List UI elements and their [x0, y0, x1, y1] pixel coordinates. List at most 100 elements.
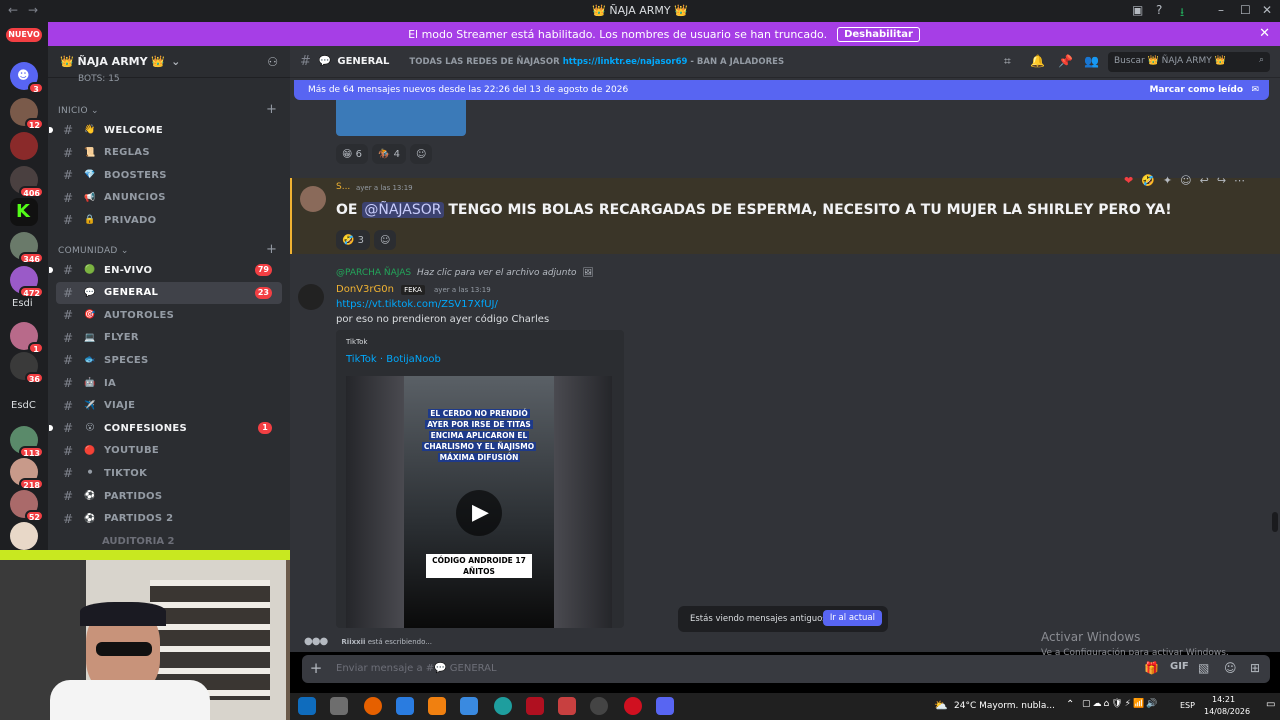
channel-item[interactable]: # 🎯 AUTOROLES: [56, 304, 282, 326]
emoji-icon[interactable]: ☺: [1224, 661, 1237, 675]
server-icon[interactable]: [10, 132, 38, 160]
server-icon[interactable]: 36: [10, 352, 44, 384]
custom-reaction-icon[interactable]: ✦: [1163, 174, 1172, 187]
language-indicator[interactable]: ESP: [1180, 701, 1195, 710]
reply-reference[interactable]: @PARCHA ÑAJAS Haz clic para ver el archi…: [336, 268, 594, 278]
tray-chevron-icon[interactable]: ⌃: [1066, 699, 1074, 710]
server-icon[interactable]: 346: [10, 232, 44, 264]
add-channel-icon[interactable]: +: [266, 242, 277, 257]
channel-item[interactable]: # 🔴 YOUTUBE: [56, 440, 282, 462]
gif-icon[interactable]: GIF: [1170, 661, 1189, 672]
file-explorer-icon[interactable]: [330, 697, 348, 715]
sticker-icon[interactable]: ▧: [1198, 661, 1209, 675]
server-icon[interactable]: 12: [10, 98, 44, 130]
server-icon[interactable]: 113: [10, 426, 44, 458]
server-icon[interactable]: [10, 522, 38, 550]
mark-read-button[interactable]: Marcar como leído: [1149, 85, 1243, 95]
server-icon[interactable]: 218: [10, 458, 44, 490]
discord-taskbar-icon[interactable]: [656, 697, 674, 715]
obs-icon[interactable]: [590, 697, 608, 715]
vlc-icon[interactable]: [428, 697, 446, 715]
new-badge[interactable]: NUEVO: [6, 28, 42, 42]
user-mention[interactable]: @ÑAJASOR: [362, 202, 444, 218]
category-comunidad[interactable]: COMUNIDAD ⌄: [58, 246, 129, 256]
more-icon[interactable]: ⋯: [1234, 174, 1245, 187]
avatar[interactable]: [300, 186, 326, 212]
tray-icons[interactable]: ▢☁⌂🛡⚡📶🔊: [1082, 699, 1159, 709]
channel-item[interactable]: # 📜 REGLAS: [56, 142, 282, 164]
channel-item[interactable]: # 🐟 SPECES: [56, 349, 282, 371]
add-channel-icon[interactable]: +: [266, 102, 277, 117]
add-reaction-icon[interactable]: ☺: [374, 230, 397, 250]
direct-messages-icon[interactable]: ☻ 3: [10, 62, 44, 94]
server-icon[interactable]: 52: [10, 490, 44, 522]
channel-item[interactable]: # 🤖 IA: [56, 372, 282, 394]
add-reaction-icon[interactable]: ☺: [1180, 174, 1191, 187]
add-reaction-icon[interactable]: ☺: [410, 144, 433, 164]
channel-item[interactable]: # 🔒 PRIVADO: [56, 209, 282, 231]
channel-item[interactable]: # 😮 CONFESIONES 1: [49, 417, 282, 439]
channel-partial-label[interactable]: AUDITORIA 2: [102, 536, 175, 547]
forward-icon[interactable]: ↪: [1217, 174, 1226, 187]
channel-item[interactable]: # 📢 ANUNCIOS: [56, 187, 282, 209]
outlook-icon[interactable]: [298, 697, 316, 715]
gift-icon[interactable]: 🎁: [1144, 661, 1159, 675]
clock-date[interactable]: 14/08/2026: [1204, 707, 1250, 716]
members-icon[interactable]: 👥: [1084, 54, 1099, 68]
edge-icon[interactable]: [494, 697, 512, 715]
new-messages-bar[interactable]: Más de 64 mensajes nuevos desde las 22:2…: [294, 80, 1269, 100]
clock-time[interactable]: 14:21: [1212, 695, 1235, 704]
reply-icon[interactable]: ↩: [1200, 174, 1209, 187]
app-icon[interactable]: [558, 697, 576, 715]
inbox-icon[interactable]: ▣: [1132, 3, 1143, 17]
server-text-icon[interactable]: EsdC: [11, 400, 36, 411]
pin-icon[interactable]: 📌: [1058, 54, 1073, 68]
download-icon[interactable]: ⭳: [1180, 3, 1184, 24]
embed-video[interactable]: EL CERDO NO PRENDIÓ AYER POR IRSE DE TIT…: [346, 376, 612, 628]
attachment-image[interactable]: [336, 96, 466, 136]
server-text-icon[interactable]: Esdi: [12, 298, 33, 309]
channel-item[interactable]: # ⚫ TIKTOK: [56, 462, 282, 484]
channel-item[interactable]: # 👋 WELCOME: [49, 119, 282, 141]
heart-reaction-icon[interactable]: ❤: [1124, 174, 1133, 187]
reaction-laugh[interactable]: 🤣 3: [336, 230, 371, 250]
store-icon[interactable]: [460, 697, 478, 715]
disable-streamer-button[interactable]: Deshabilitar: [837, 26, 920, 42]
play-icon[interactable]: ▶: [456, 490, 502, 536]
message-author[interactable]: S...: [336, 182, 350, 192]
laugh-reaction-icon[interactable]: 🤣: [1141, 174, 1155, 187]
message-input[interactable]: Enviar mensaje a #💬 GENERAL: [336, 663, 497, 674]
minimize-icon[interactable]: –: [1218, 3, 1224, 17]
opera-icon[interactable]: [624, 697, 642, 715]
jump-to-present-button[interactable]: Ir al actual: [822, 610, 882, 626]
topic-link[interactable]: https://linktr.ee/najasor69: [563, 57, 688, 67]
avatar[interactable]: [298, 284, 324, 310]
close-banner-icon[interactable]: ✕: [1259, 26, 1270, 41]
search-input[interactable]: Buscar 👑 ÑAJA ARMY 👑 ⌕: [1108, 52, 1270, 72]
message-link[interactable]: https://vt.tiktok.com/ZSV17XfUJ/: [336, 299, 498, 310]
server-icon[interactable]: 406: [10, 166, 44, 198]
category-inicio[interactable]: INICIO ⌄: [58, 106, 99, 116]
bell-icon[interactable]: 🔔: [1030, 54, 1045, 68]
channel-item[interactable]: # ⚽ PARTIDOS 2: [56, 508, 282, 530]
channel-item[interactable]: # ✈️ VIAJE: [56, 395, 282, 417]
scrollbar-thumb[interactable]: [1272, 512, 1278, 532]
threads-icon[interactable]: ⌗: [1004, 54, 1011, 69]
channel-item[interactable]: # 💎 BOOSTERS: [56, 164, 282, 186]
attach-plus-icon[interactable]: +: [306, 659, 326, 679]
app-icon[interactable]: [396, 697, 414, 715]
reaction-grin[interactable]: 😁 6: [336, 144, 368, 164]
message-author[interactable]: DonV3rG0n: [336, 284, 394, 295]
firefox-icon[interactable]: [364, 697, 382, 715]
apps-icon[interactable]: ⊞: [1250, 661, 1260, 675]
help-icon[interactable]: ?: [1156, 3, 1162, 17]
channel-item[interactable]: # ⚽ PARTIDOS: [56, 485, 282, 507]
weather-text[interactable]: 24°C Mayorm. nubla...: [954, 701, 1055, 711]
server-icon[interactable]: K: [10, 198, 38, 226]
notifications-icon[interactable]: ▭: [1266, 699, 1275, 710]
embed-title[interactable]: TikTok · BotijaNoob: [346, 354, 441, 365]
reaction-horse[interactable]: 🏇 4: [372, 144, 407, 164]
server-icon[interactable]: 1: [10, 322, 44, 354]
adobe-icon[interactable]: [526, 697, 544, 715]
channel-item[interactable]: # 💬 GENERAL 23: [56, 281, 282, 304]
